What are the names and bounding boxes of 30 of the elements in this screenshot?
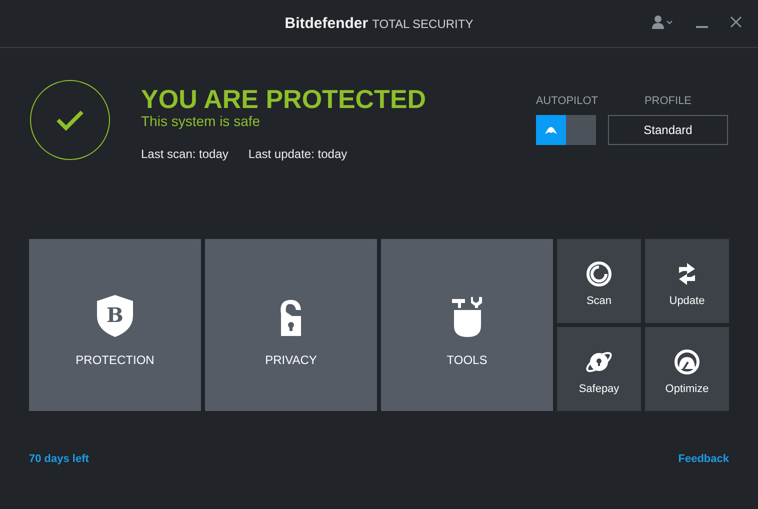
module-tile[interactable]: B PROTECTION	[29, 239, 201, 411]
brand-name: Bitdefender	[284, 15, 368, 32]
minimize-icon	[696, 26, 708, 28]
autopilot-label: AUTOPILOT	[536, 95, 598, 107]
last-update-text: Last update: today	[248, 147, 348, 161]
checkmark-icon	[55, 108, 85, 132]
days-left-link[interactable]: 70 days left	[29, 453, 89, 465]
quick-action-tile[interactable]: Safepay	[557, 327, 641, 411]
close-icon	[730, 16, 742, 28]
quick-action-tile[interactable]: Update	[645, 239, 729, 323]
quick-action-tile[interactable]: Optimize	[645, 327, 729, 411]
status-headline: YOU ARE PROTECTED	[141, 85, 426, 113]
gauge-icon	[674, 349, 700, 375]
user-icon	[652, 15, 674, 29]
profile-label: PROFILE	[643, 95, 693, 107]
module-tile[interactable]: TOOLS	[381, 239, 553, 411]
scan-icon	[586, 261, 612, 287]
profile-button[interactable]: Standard	[608, 115, 728, 145]
product-name: TOTAL SECURITY	[372, 17, 474, 31]
module-tile[interactable]: PRIVACY	[205, 239, 377, 411]
planet-lock-icon	[585, 349, 613, 375]
autopilot-toggle[interactable]	[536, 115, 596, 145]
quick-action-tile[interactable]: Scan	[557, 239, 641, 323]
shield-icon: B	[96, 294, 134, 338]
status-subtitle: This system is safe	[141, 113, 262, 129]
close-button[interactable]	[728, 14, 744, 30]
door-hanger-icon	[278, 298, 304, 338]
last-scan-text: Last scan: today	[141, 147, 228, 161]
feedback-link[interactable]: Feedback	[678, 453, 729, 465]
toolbag-icon	[451, 296, 483, 338]
